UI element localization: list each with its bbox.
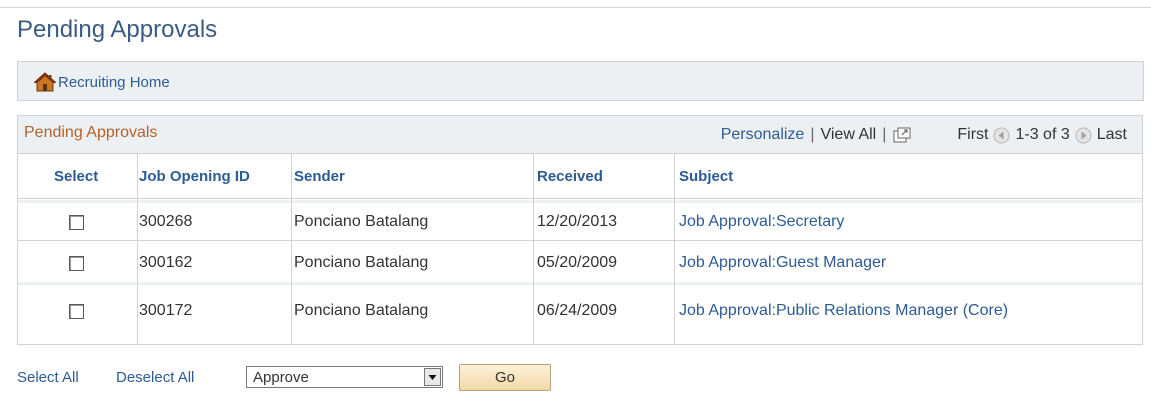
top-divider [0,7,1151,8]
row-select-checkbox[interactable] [69,215,84,230]
column-header-job-opening-id[interactable]: Job Opening ID [139,154,250,199]
grid-navigation: Personalize | View All | First 1-3 of 3 … [721,126,1127,144]
chevron-down-icon [428,375,437,380]
sender: Ponciano Batalang [294,213,429,230]
previous-arrow-icon[interactable] [993,127,1010,144]
table-row: 300162 Ponciano Batalang 05/20/2009 Job … [18,242,1142,284]
received-date: 05/20/2009 [537,254,618,271]
select-all-link[interactable]: Select All [17,369,79,386]
next-arrow-icon[interactable] [1075,127,1092,144]
recruiting-home-link[interactable]: Recruiting Home [34,72,170,92]
received-date: 06/24/2009 [537,302,618,319]
column-header-select[interactable]: Select [54,154,99,199]
separator: | [810,126,815,143]
column-divider [533,154,534,345]
sender: Ponciano Batalang [294,254,429,271]
column-header-received[interactable]: Received [537,154,603,199]
dropdown-arrow-icon[interactable] [424,368,441,386]
subject-link[interactable]: Job Approval:Secretary [679,213,844,231]
column-header-sender[interactable]: Sender [294,154,345,199]
table-row: 300268 Ponciano Batalang 12/20/2013 Job … [18,203,1142,241]
received-date: 12/20/2013 [537,213,618,230]
go-button[interactable]: Go [459,364,551,391]
separator: | [882,126,887,143]
action-select[interactable]: Approve [246,366,443,388]
personalize-link[interactable]: Personalize [721,126,805,144]
pending-approvals-grid: Pending Approvals Personalize | View All… [17,115,1143,345]
page-title: Pending Approvals [17,16,218,43]
deselect-all-link[interactable]: Deselect All [116,369,194,386]
first-label: First [957,126,989,143]
row-select-checkbox[interactable] [69,304,84,319]
last-label: Last [1096,126,1127,143]
popout-icon[interactable] [893,127,911,143]
table-row: 300172 Ponciano Batalang 06/24/2009 Job … [18,285,1142,345]
home-icon [34,72,56,92]
subject-link[interactable]: Job Approval:Public Relations Manager (C… [679,302,1008,320]
column-divider [291,154,292,345]
home-bar: Recruiting Home [17,61,1144,101]
row-select-checkbox[interactable] [69,256,84,271]
row-range: 1-3 of 3 [1015,126,1070,143]
column-divider [674,154,675,345]
job-opening-id: 300172 [139,302,193,319]
job-opening-id: 300162 [139,254,193,271]
subject-link[interactable]: Job Approval:Guest Manager [679,254,886,272]
grid-title: Pending Approvals [24,124,158,141]
sender: Ponciano Batalang [294,302,429,319]
job-opening-id: 300268 [139,213,193,230]
action-select-value: Approve [253,369,309,386]
column-divider [137,154,138,345]
recruiting-home-label: Recruiting Home [58,73,170,91]
view-all-link[interactable]: View All [820,126,876,144]
column-header-subject[interactable]: Subject [679,154,734,199]
grid-header: Pending Approvals Personalize | View All… [18,116,1142,154]
